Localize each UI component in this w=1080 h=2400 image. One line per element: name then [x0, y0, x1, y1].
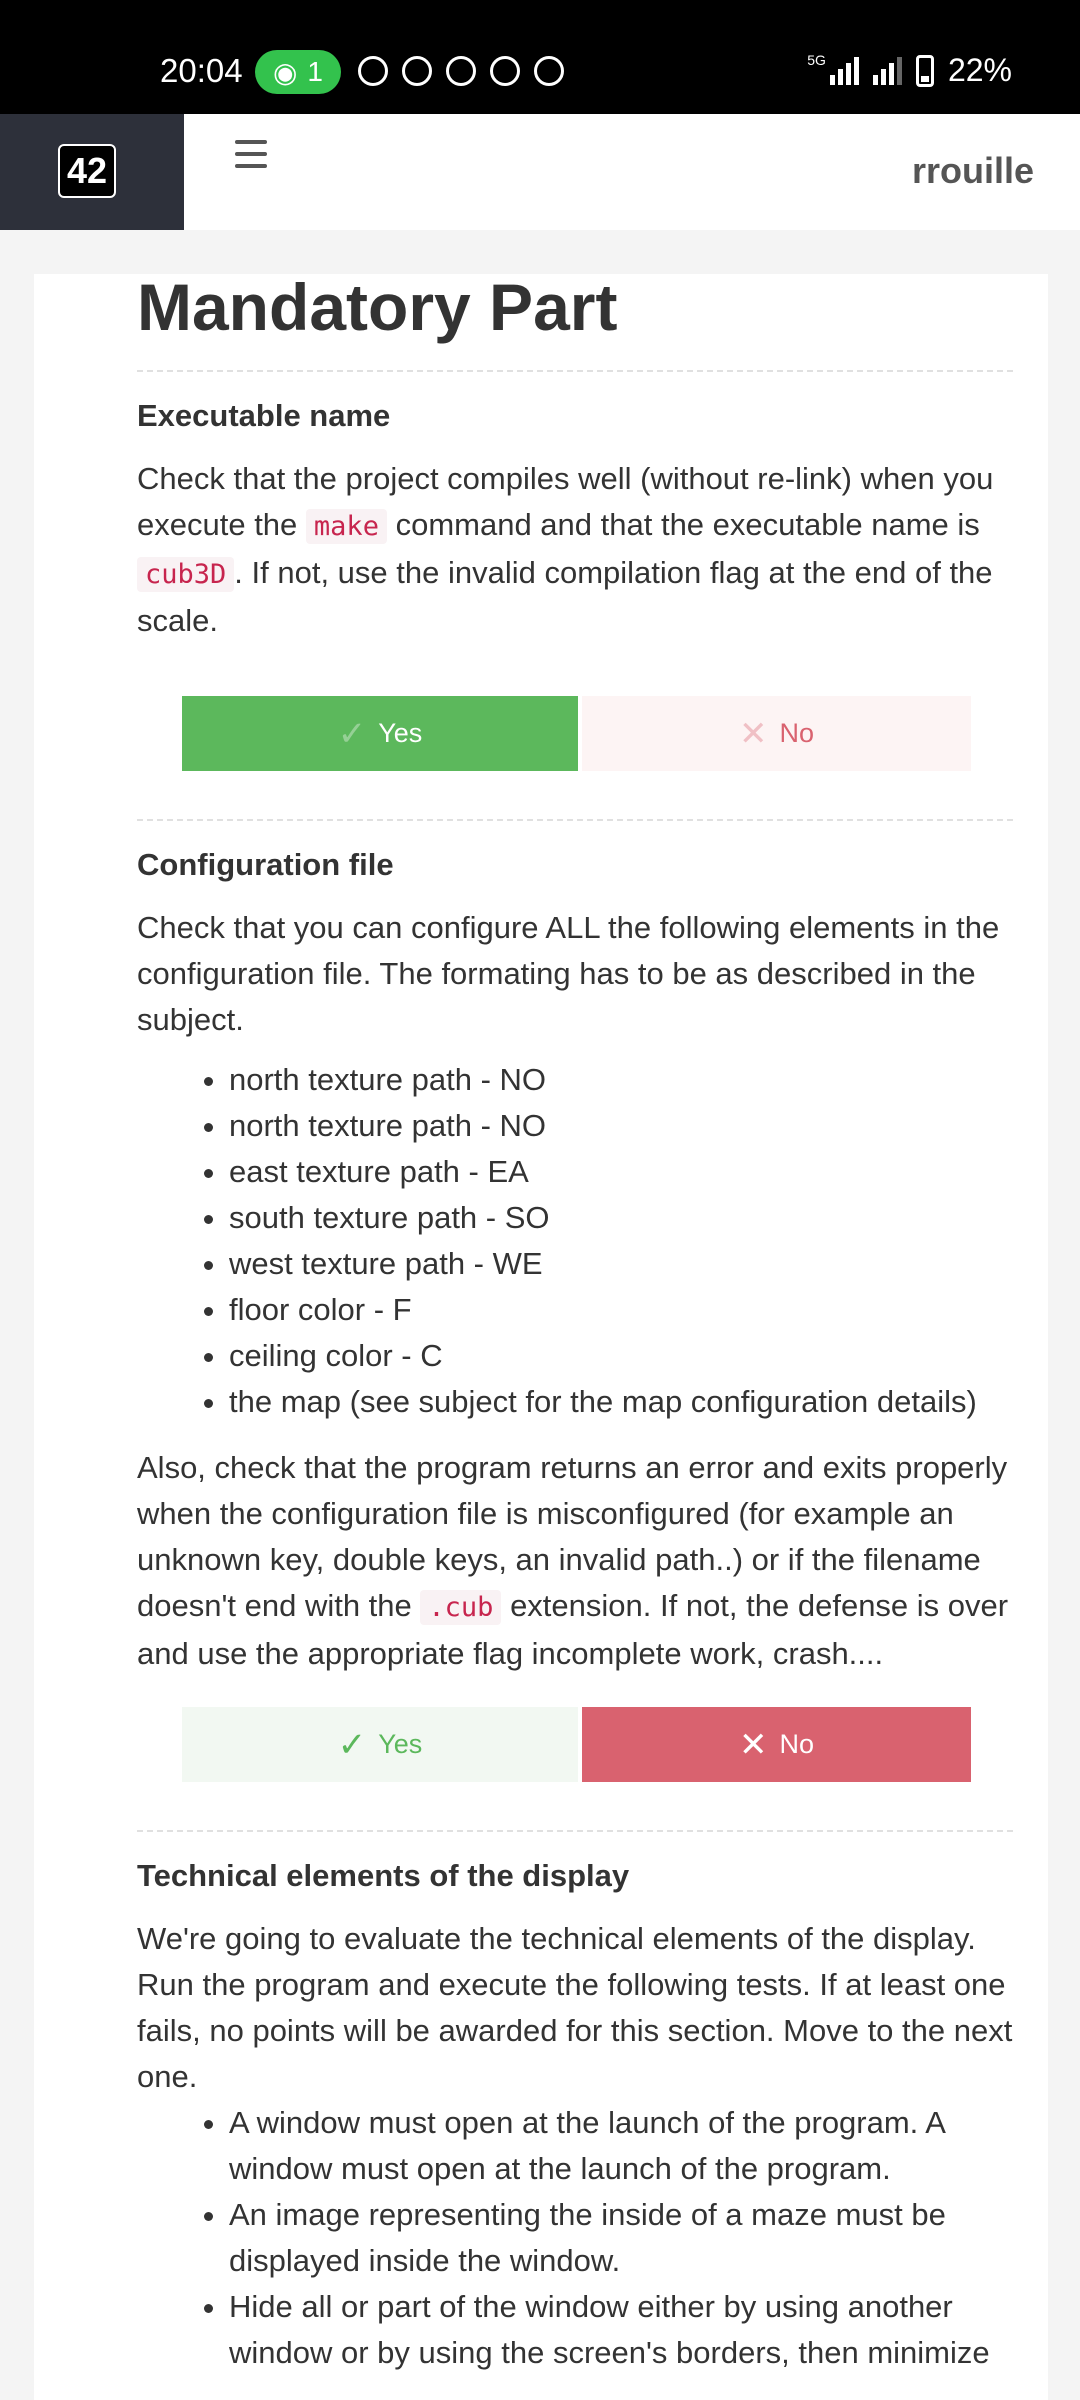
section-text-config-errors: Also, check that the program returns an …	[137, 1450, 1009, 1671]
close-icon: ✕	[738, 714, 768, 753]
list-item: north texture path - NO	[229, 1103, 1013, 1149]
logo-42[interactable]: 42	[58, 144, 116, 198]
list-item: south texture path - SO	[229, 1195, 1013, 1241]
list-item: the map (see subject for the map configu…	[229, 1379, 1013, 1425]
missed-call-icon	[446, 56, 476, 86]
list-item: floor color - F	[229, 1287, 1013, 1333]
app-header: 42 rrouille	[0, 114, 1080, 230]
divider	[137, 819, 1013, 821]
code-cub3d: cub3D	[137, 557, 235, 592]
section-heading-executable: Executable name	[137, 398, 391, 433]
section-intro-display: We're going to evaluate the technical el…	[137, 1921, 1013, 2094]
section-text-executable: Check that the project compiles well (wi…	[137, 461, 994, 638]
section-heading-config: Configuration file	[137, 847, 394, 882]
scale-content: Mandatory Part Executable name Check tha…	[137, 274, 1013, 2376]
list-item: Hide all or part of the window either by…	[229, 2284, 1013, 2376]
status-bar: 20:04 ◉ 1 5G 22%	[0, 0, 1080, 114]
signal-icon	[829, 56, 859, 85]
logo-block: 42	[0, 114, 184, 230]
display-tests-list: A window must open at the launch of the …	[229, 2100, 1013, 2376]
notification-icons	[358, 56, 564, 86]
list-item: north texture path - NO	[229, 1057, 1013, 1103]
check-icon: ✓	[337, 1725, 367, 1764]
battery-icon	[915, 54, 934, 87]
no-button[interactable]: ✕ No	[582, 1707, 971, 1782]
section-intro-config: Check that you can configure ALL the fol…	[137, 910, 1000, 1037]
list-item: An image representing the inside of a ma…	[229, 2192, 1013, 2284]
divider	[137, 370, 1013, 372]
list-item: A window must open at the launch of the …	[229, 2100, 1013, 2192]
section-heading-display: Technical elements of the display	[137, 1858, 630, 1893]
yes-button[interactable]: ✓ Yes	[182, 696, 578, 771]
answer-buttons-executable: ✓ Yes ✕ No	[182, 696, 971, 771]
no-button[interactable]: ✕ No	[582, 696, 971, 771]
scale-card: Mandatory Part Executable name Check tha…	[34, 274, 1048, 2400]
status-time: 20:04	[160, 52, 243, 89]
list-item: east texture path - EA	[229, 1149, 1013, 1195]
status-right: 5G 22%	[807, 52, 1012, 89]
network-type: 5G	[807, 52, 826, 68]
list-item: ceiling color - C	[229, 1333, 1013, 1379]
close-icon: ✕	[738, 1725, 768, 1764]
page-title: Mandatory Part	[137, 270, 618, 344]
code-make: make	[305, 509, 387, 544]
telegram-icon	[402, 56, 432, 86]
app-icon	[490, 56, 520, 86]
list-item: west texture path - WE	[229, 1241, 1013, 1287]
battery-level: 22%	[947, 52, 1012, 88]
hamburger-menu-icon[interactable]	[235, 140, 267, 168]
check-icon: ✓	[337, 714, 367, 753]
answer-buttons-config: ✓ Yes ✕ No	[182, 1707, 971, 1782]
chat-bubble-icon	[358, 56, 388, 86]
hotspot-badge: ◉ 1	[255, 50, 341, 94]
code-cub-extension: .cub	[420, 1590, 502, 1625]
hotspot-icon: ◉	[272, 56, 298, 88]
hotspot-count: 1	[307, 56, 323, 87]
mail-icon	[534, 56, 564, 86]
username[interactable]: rrouille	[912, 150, 1034, 192]
signal-2-icon	[872, 56, 902, 85]
divider	[137, 1830, 1013, 1832]
config-elements-list: north texture path - NO north texture pa…	[229, 1057, 1013, 1425]
yes-button[interactable]: ✓ Yes	[182, 1707, 578, 1782]
